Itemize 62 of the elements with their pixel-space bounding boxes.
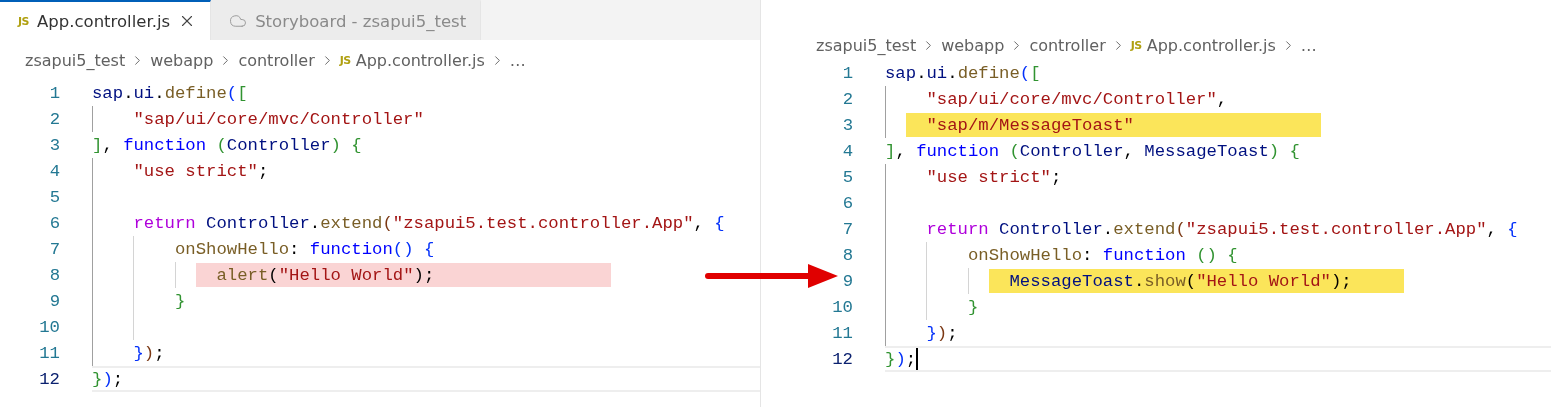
line-number: 1	[48, 83, 60, 103]
line-number: 9	[841, 271, 853, 291]
code-line: }	[966, 297, 979, 317]
code-line: "sap/m/MessageToast"	[925, 115, 1134, 135]
line-number: 5	[841, 167, 853, 187]
line-number: 2	[48, 109, 60, 129]
line-number: 10	[831, 297, 853, 317]
line-number: 2	[841, 89, 853, 109]
code-line: alert("Hello World");	[215, 265, 435, 285]
breadcrumb-item[interactable]: App.controller.js	[355, 50, 485, 70]
line-number: 3	[841, 115, 853, 135]
js-file-icon: JS	[339, 53, 351, 67]
code-line: sap.ui.define([	[885, 63, 1041, 83]
tab-label: App.controller.js	[37, 11, 171, 31]
code-line: return Controller.extend("zsapui5.test.controller.App", {	[925, 219, 1518, 239]
code-line: });	[132, 343, 165, 363]
breadcrumb-item[interactable]: zsapui5_test	[25, 50, 126, 70]
code-line: }	[173, 291, 186, 311]
line-number: 3	[48, 135, 60, 155]
code-line: return Controller.extend("zsapui5.test.controller.App", {	[132, 213, 725, 233]
line-number: 11	[38, 343, 60, 363]
breadcrumb-item[interactable]: zsapui5_test	[816, 35, 917, 55]
line-number: 12	[831, 349, 853, 369]
breadcrumb-item[interactable]: webapp	[941, 35, 1005, 55]
line-number: 9	[48, 291, 60, 311]
breadcrumb-item[interactable]: controller	[1029, 35, 1106, 55]
code-line: onShowHello: function() {	[173, 239, 435, 259]
tab-label: Storyboard - zsapui5_test	[255, 11, 467, 31]
breadcrumb-item[interactable]: webapp	[150, 50, 214, 70]
line-number: 10	[38, 317, 60, 337]
cloud-icon	[229, 12, 248, 30]
line-number: 11	[831, 323, 853, 343]
line-number: 7	[841, 219, 853, 239]
more-crumb[interactable]: …	[509, 50, 526, 70]
code-line: "use strict";	[925, 167, 1062, 187]
line-number: 4	[841, 141, 853, 161]
code-line: ], function (Controller) {	[92, 135, 362, 155]
code-line: "use strict";	[132, 161, 269, 181]
line-number: 4	[48, 161, 60, 181]
line-number: 8	[48, 265, 60, 285]
code-line: sap.ui.define([	[92, 83, 248, 103]
line-number: 6	[841, 193, 853, 213]
line-number: 7	[48, 239, 60, 259]
line-number: 5	[48, 187, 60, 207]
more-crumb[interactable]: …	[1300, 35, 1317, 55]
code-line: MessageToast.show("Hello World");	[1008, 271, 1352, 291]
line-number: 1	[841, 63, 853, 83]
line-number: 12	[38, 369, 60, 389]
editor-tab[interactable]: JS App.controller.js	[0, 0, 212, 40]
line-number: 8	[841, 245, 853, 265]
breadcrumb-item[interactable]: controller	[238, 50, 315, 70]
code-line: });	[925, 323, 958, 343]
js-file-icon: JS	[1130, 38, 1142, 52]
js-file-icon: JS	[18, 14, 29, 28]
code-line: });	[885, 349, 917, 369]
line-number: 6	[48, 213, 60, 233]
code-line: "sap/ui/core/mvc/Controller",	[925, 89, 1228, 109]
code-line: });	[92, 369, 124, 389]
code-line: "sap/ui/core/mvc/Controller"	[132, 109, 424, 129]
code-line: onShowHello: function () {	[966, 245, 1238, 265]
code-line: ], function (Controller, MessageToast) {	[885, 141, 1300, 161]
breadcrumb-item[interactable]: App.controller.js	[1146, 35, 1276, 55]
